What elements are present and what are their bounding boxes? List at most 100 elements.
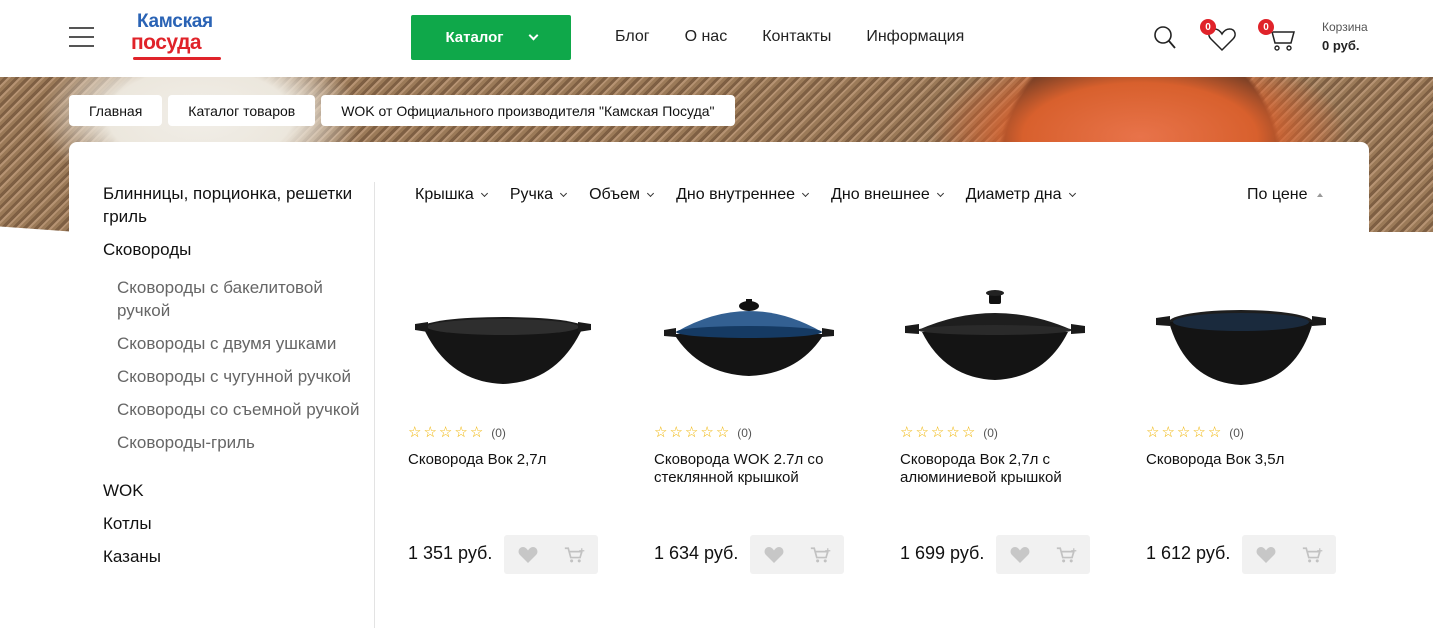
sidebar-divider [374,182,375,628]
add-to-cart-button[interactable] [810,545,832,565]
rating-stars: ☆ ☆ ☆ ☆ ☆ (0) [408,425,506,440]
sidebar-subitem-bakelite[interactable]: Сковороды с бакелитовой ручкой [103,276,363,322]
add-to-favorites-button[interactable] [1009,545,1031,565]
add-to-cart-button[interactable] [1056,545,1078,565]
catalog-button[interactable]: Каталог [411,15,571,60]
breadcrumb-current: WOK от Официального производителя "Камск… [321,95,735,126]
sidebar-item-frying-pans[interactable]: Сковороды [103,238,363,261]
filter-outer-bottom[interactable]: Дно внешнее [831,186,944,204]
chevron-down-icon [647,189,655,198]
star-icon: ☆ [1207,424,1222,441]
review-count: (0) [737,425,752,440]
heart-icon [764,546,783,563]
sidebar-item-kazany[interactable]: Казаны [103,545,363,568]
menu-burger-icon[interactable] [69,27,94,48]
filter-volume[interactable]: Объем [589,186,655,204]
heart-icon [1256,546,1275,563]
star-icon: ☆ [454,424,468,441]
cart-sum: 0 руб. [1322,38,1360,53]
wok-plain-icon[interactable] [408,282,598,402]
review-count: (0) [1229,425,1244,440]
add-to-favorites-button[interactable] [517,545,539,565]
filter-label: Объем [589,186,641,203]
wok-glass-lid-icon[interactable] [654,282,844,402]
star-icon: ☆ [1176,424,1191,441]
product-actions [996,535,1090,574]
cart-title: Корзина [1322,20,1368,34]
product-price: 1 634 руб. [654,543,739,563]
favorites-button[interactable]: 0 [1200,19,1237,52]
product-price: 1 612 руб. [1146,543,1231,563]
logo-underline [133,57,221,60]
sort-arrow-icon [1317,193,1324,197]
sidebar-subitem-grill[interactable]: Сковороды-гриль [103,431,363,454]
nav-link-info[interactable]: Информация [866,28,964,46]
product-name[interactable]: Сковорода Вок 2,7л с алюминиевой крышкой [900,451,1090,487]
chevron-down-icon [560,189,568,198]
star-icon: ☆ [961,424,976,441]
filter-label: Дно внутреннее [676,186,796,203]
cart-counter: 0 [1258,19,1274,35]
search-icon[interactable] [1153,25,1177,51]
sidebar-subitem-removable-handle[interactable]: Сковороды со съемной ручкой [103,398,363,421]
star-icon: ☆ [408,424,422,441]
product-actions [750,535,844,574]
filter-inner-bottom[interactable]: Дно внутреннее [676,186,810,204]
star-icon: ☆ [700,424,714,441]
product-name[interactable]: Сковорода WOK 2.7л со стеклянной крышкой [654,451,844,487]
product-actions [504,535,598,574]
add-to-cart-button[interactable] [1302,545,1324,565]
star-icon: ☆ [469,424,484,441]
sidebar-item-wok[interactable]: WOK [103,479,363,502]
wok-metal-lid-icon[interactable] [900,282,1090,402]
sidebar-item-grill-pans[interactable]: Блинницы, порционка, решетки гриль [103,182,363,228]
breadcrumb: Главная Каталог товаров WOK от Официальн… [69,95,735,126]
cart-add-icon [810,546,830,562]
filter-handle[interactable]: Ручка [510,186,568,204]
product-card: ☆ ☆ ☆ ☆ ☆ (0) Сковорода Вок 2,7л 1 351 руб. [408,282,654,582]
sidebar-subitem-two-ears[interactable]: Сковороды с двумя ушками [103,332,363,355]
category-sidebar: Блинницы, порционка, решетки гриль Сково… [103,182,363,568]
add-to-cart-button[interactable] [564,545,586,565]
catalog-button-label: Каталог [445,29,504,46]
wok-deep-icon[interactable] [1146,282,1336,402]
star-icon: ☆ [1192,424,1206,441]
nav-link-contacts[interactable]: Контакты [762,28,831,46]
filter-bottom-diameter[interactable]: Диаметр дна [965,186,1076,204]
product-name[interactable]: Сковорода Вок 3,5л [1146,451,1336,469]
logo-bottom-text: посуда [131,31,202,54]
site-header: Камская посуда Каталог Блог О нас Контак… [0,0,1433,77]
nav-link-about[interactable]: О нас [685,28,728,46]
review-count: (0) [491,425,506,440]
sidebar-item-kotly[interactable]: Котлы [103,512,363,535]
cart-add-icon [1302,546,1322,562]
filter-label: Дно внешнее [831,186,930,203]
chevron-down-icon [1068,189,1076,198]
rating-stars: ☆ ☆ ☆ ☆ ☆ (0) [654,425,752,440]
chevron-down-icon [528,30,539,41]
logo-top-text: Камская [137,11,213,32]
breadcrumb-home[interactable]: Главная [69,95,163,126]
star-icon: ☆ [946,424,960,441]
heart-icon [518,546,537,563]
sort-by-price[interactable]: По цене [1247,186,1324,204]
chevron-down-icon [936,189,944,198]
product-card: ☆ ☆ ☆ ☆ ☆ (0) Сковорода Вок 3,5л 1 612 руб. [1146,282,1392,582]
heart-icon [1010,546,1029,563]
star-icon: ☆ [684,424,699,441]
sidebar-subitem-cast-handle[interactable]: Сковороды с чугунной ручкой [103,365,363,388]
site-logo[interactable]: Камская посуда [131,11,223,63]
product-name[interactable]: Сковорода Вок 2,7л [408,451,598,469]
add-to-favorites-button[interactable] [763,545,785,565]
product-card: ☆ ☆ ☆ ☆ ☆ (0) Сковорода WOK 2.7л со стеклянн… [654,282,900,582]
nav-link-blog[interactable]: Блог [615,28,650,46]
product-actions [1242,535,1336,574]
star-icon: ☆ [438,424,453,441]
star-icon: ☆ [423,424,437,441]
star-icon: ☆ [715,424,730,441]
add-to-favorites-button[interactable] [1255,545,1277,565]
filter-label: Диаметр дна [965,186,1062,203]
cart-button[interactable]: 0 [1258,19,1297,53]
filter-lid[interactable]: Крышка [415,186,488,204]
breadcrumb-catalog[interactable]: Каталог товаров [168,95,316,126]
